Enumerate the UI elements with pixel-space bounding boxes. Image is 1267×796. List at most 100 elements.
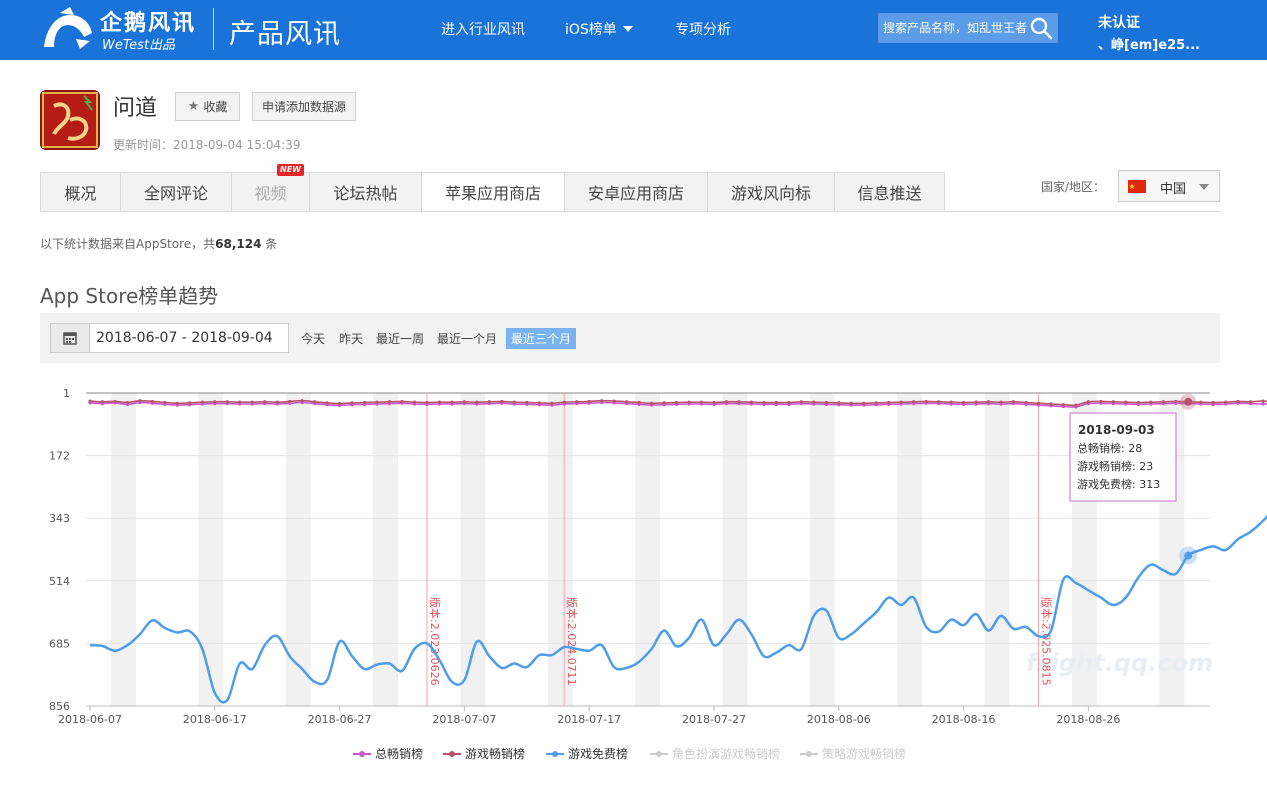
- date-toolbar: 今天 昨天 最近一周 最近一个月 最近三个月: [40, 313, 1220, 363]
- china-flag-icon: [1128, 180, 1146, 193]
- legend-item-total-grossing[interactable]: 总畅销榜: [353, 745, 423, 762]
- quick-today[interactable]: 今天: [301, 330, 325, 347]
- series-game-grossing-point: [213, 400, 217, 404]
- series-game-grossing-point: [1211, 400, 1215, 405]
- y-tick-label: 172: [49, 450, 70, 463]
- series-game-grossing-point: [1036, 401, 1041, 405]
- quick-last-month[interactable]: 最近一个月: [437, 330, 497, 347]
- series-game-grossing-point: [799, 400, 803, 404]
- tab-reviews[interactable]: 全网评论: [120, 172, 231, 212]
- series-game-grossing-point: [1149, 400, 1153, 404]
- weekend-band: [285, 393, 311, 706]
- weekend-band: [722, 393, 748, 706]
- nav-special-analysis-label: 专项分析: [675, 22, 731, 38]
- series-game-grossing-point: [812, 400, 816, 404]
- tab-video[interactable]: 视频: [231, 172, 309, 212]
- logo-text[interactable]: 企鹅风讯: [100, 5, 196, 37]
- series-game-grossing-point: [862, 401, 866, 405]
- nav-industry[interactable]: 进入行业风讯: [441, 19, 525, 39]
- version-label: 版本:2.023.0626: [428, 597, 442, 686]
- region-select[interactable]: 中国: [1118, 170, 1220, 202]
- series-game-grossing-point: [837, 401, 841, 405]
- legend-item-rpg-grossing[interactable]: 角色扮演游戏畅销榜: [650, 745, 780, 762]
- series-game-grossing-point: [587, 399, 591, 404]
- series-game-grossing-point: [724, 400, 729, 404]
- nav-special-analysis[interactable]: 专项分析: [675, 19, 731, 39]
- tab-apple-store[interactable]: 苹果应用商店: [421, 172, 564, 212]
- chart-legend: 总畅销榜 游戏畅销榜 游戏免费榜 角色扮演游戏畅销榜 策略游戏畅销榜: [0, 745, 1267, 765]
- calendar-button[interactable]: [50, 323, 90, 353]
- quick-last-week[interactable]: 最近一周: [376, 330, 424, 347]
- y-tick-label: 514: [49, 575, 70, 588]
- date-range-input[interactable]: [89, 323, 289, 353]
- chevron-down-icon: [622, 26, 633, 32]
- tab-forum[interactable]: 论坛热帖: [309, 172, 421, 212]
- series-game-grossing-point: [575, 400, 579, 404]
- series-game-grossing-point: [125, 400, 130, 405]
- series-game-grossing-point: [1174, 399, 1178, 404]
- series-game-grossing-point: [450, 400, 454, 404]
- series-game-grossing-point: [1086, 400, 1090, 404]
- quick-last-three-months[interactable]: 最近三个月: [506, 328, 577, 349]
- series-game-grossing-point: [525, 400, 529, 405]
- add-data-source-button[interactable]: 申请添加数据源: [252, 92, 356, 121]
- legend-item-game-free[interactable]: 游戏免费榜: [546, 745, 628, 762]
- series-game-grossing-point: [637, 400, 641, 405]
- hover-point: [1184, 551, 1193, 560]
- series-game-grossing-point: [1099, 399, 1103, 404]
- series-game-grossing-point: [425, 400, 429, 405]
- nav-ios-rankings[interactable]: iOS榜单: [565, 19, 633, 39]
- penguin-logo-icon[interactable]: [40, 7, 96, 51]
- y-tick-label: 1: [63, 387, 70, 400]
- series-game-grossing-point: [300, 399, 304, 403]
- legend-item-strategy-grossing[interactable]: 策略游戏畅销榜: [800, 745, 906, 762]
- series-game-grossing-point: [350, 401, 354, 405]
- tab-push[interactable]: 信息推送: [834, 172, 945, 212]
- tab-game-trend[interactable]: 游戏风向标: [707, 172, 834, 212]
- series-game-grossing-point: [387, 400, 392, 404]
- series-game-grossing-point: [824, 400, 828, 405]
- series-game-grossing-point: [550, 401, 554, 405]
- series-game-grossing-point: [325, 401, 329, 405]
- series-game-grossing-point: [338, 402, 342, 406]
- weekend-band: [635, 393, 661, 706]
- series-game-grossing-point: [288, 399, 292, 404]
- top-navbar: 企鹅风讯 WeTest出品 产品风讯 进入行业风讯 iOS榜单 专项分析 未认证…: [0, 0, 1267, 60]
- search-icon[interactable]: [1029, 16, 1053, 40]
- series-game-grossing-point: [400, 399, 404, 404]
- series-game-grossing-point: [500, 399, 504, 404]
- legend-item-game-grossing[interactable]: 游戏畅销榜: [443, 745, 525, 762]
- series-game-grossing-point: [1136, 400, 1140, 405]
- series-game-grossing-point: [937, 400, 941, 404]
- x-tick-label: 2018-08-26: [1056, 713, 1120, 726]
- nav-industry-label: 进入行业风讯: [441, 22, 525, 38]
- series-game-grossing-point: [475, 400, 479, 404]
- series-game-grossing-point: [849, 401, 853, 405]
- weekend-band: [373, 393, 398, 706]
- series-game-grossing-point: [512, 400, 516, 404]
- app-name: 问道: [113, 96, 158, 121]
- tab-android-store[interactable]: 安卓应用商店: [564, 172, 707, 212]
- series-game-grossing-point: [188, 401, 192, 405]
- star-icon: ★: [187, 99, 200, 114]
- favorite-button[interactable]: ★ 收藏: [175, 92, 240, 121]
- search-input[interactable]: [878, 13, 1028, 43]
- series-total-grossing-point: [1261, 402, 1265, 406]
- series-game-grossing-point: [1049, 402, 1053, 406]
- stats-summary: 以下统计数据来自AppStore，共68,124 条: [40, 235, 277, 252]
- series-game-grossing-point: [986, 400, 991, 404]
- series-game-grossing-point: [924, 399, 928, 404]
- user-status[interactable]: 未认证: [1098, 12, 1140, 32]
- hover-point: [1184, 397, 1193, 406]
- tooltip-row: 总畅销榜: 28: [1077, 441, 1142, 455]
- product-title[interactable]: 产品风讯: [229, 12, 341, 51]
- legend-symbol: [650, 749, 668, 759]
- series-game-grossing-point: [362, 400, 367, 405]
- tooltip-date: 2018-09-03: [1078, 423, 1155, 437]
- tab-overview[interactable]: 概况: [40, 172, 120, 212]
- app-icon: [40, 90, 100, 150]
- legend-label: 策略游戏畅销榜: [822, 747, 907, 761]
- quick-yesterday[interactable]: 昨天: [339, 330, 363, 347]
- series-game-grossing-point: [375, 400, 379, 404]
- user-name[interactable]: 、峥[em]e25...: [1098, 34, 1200, 53]
